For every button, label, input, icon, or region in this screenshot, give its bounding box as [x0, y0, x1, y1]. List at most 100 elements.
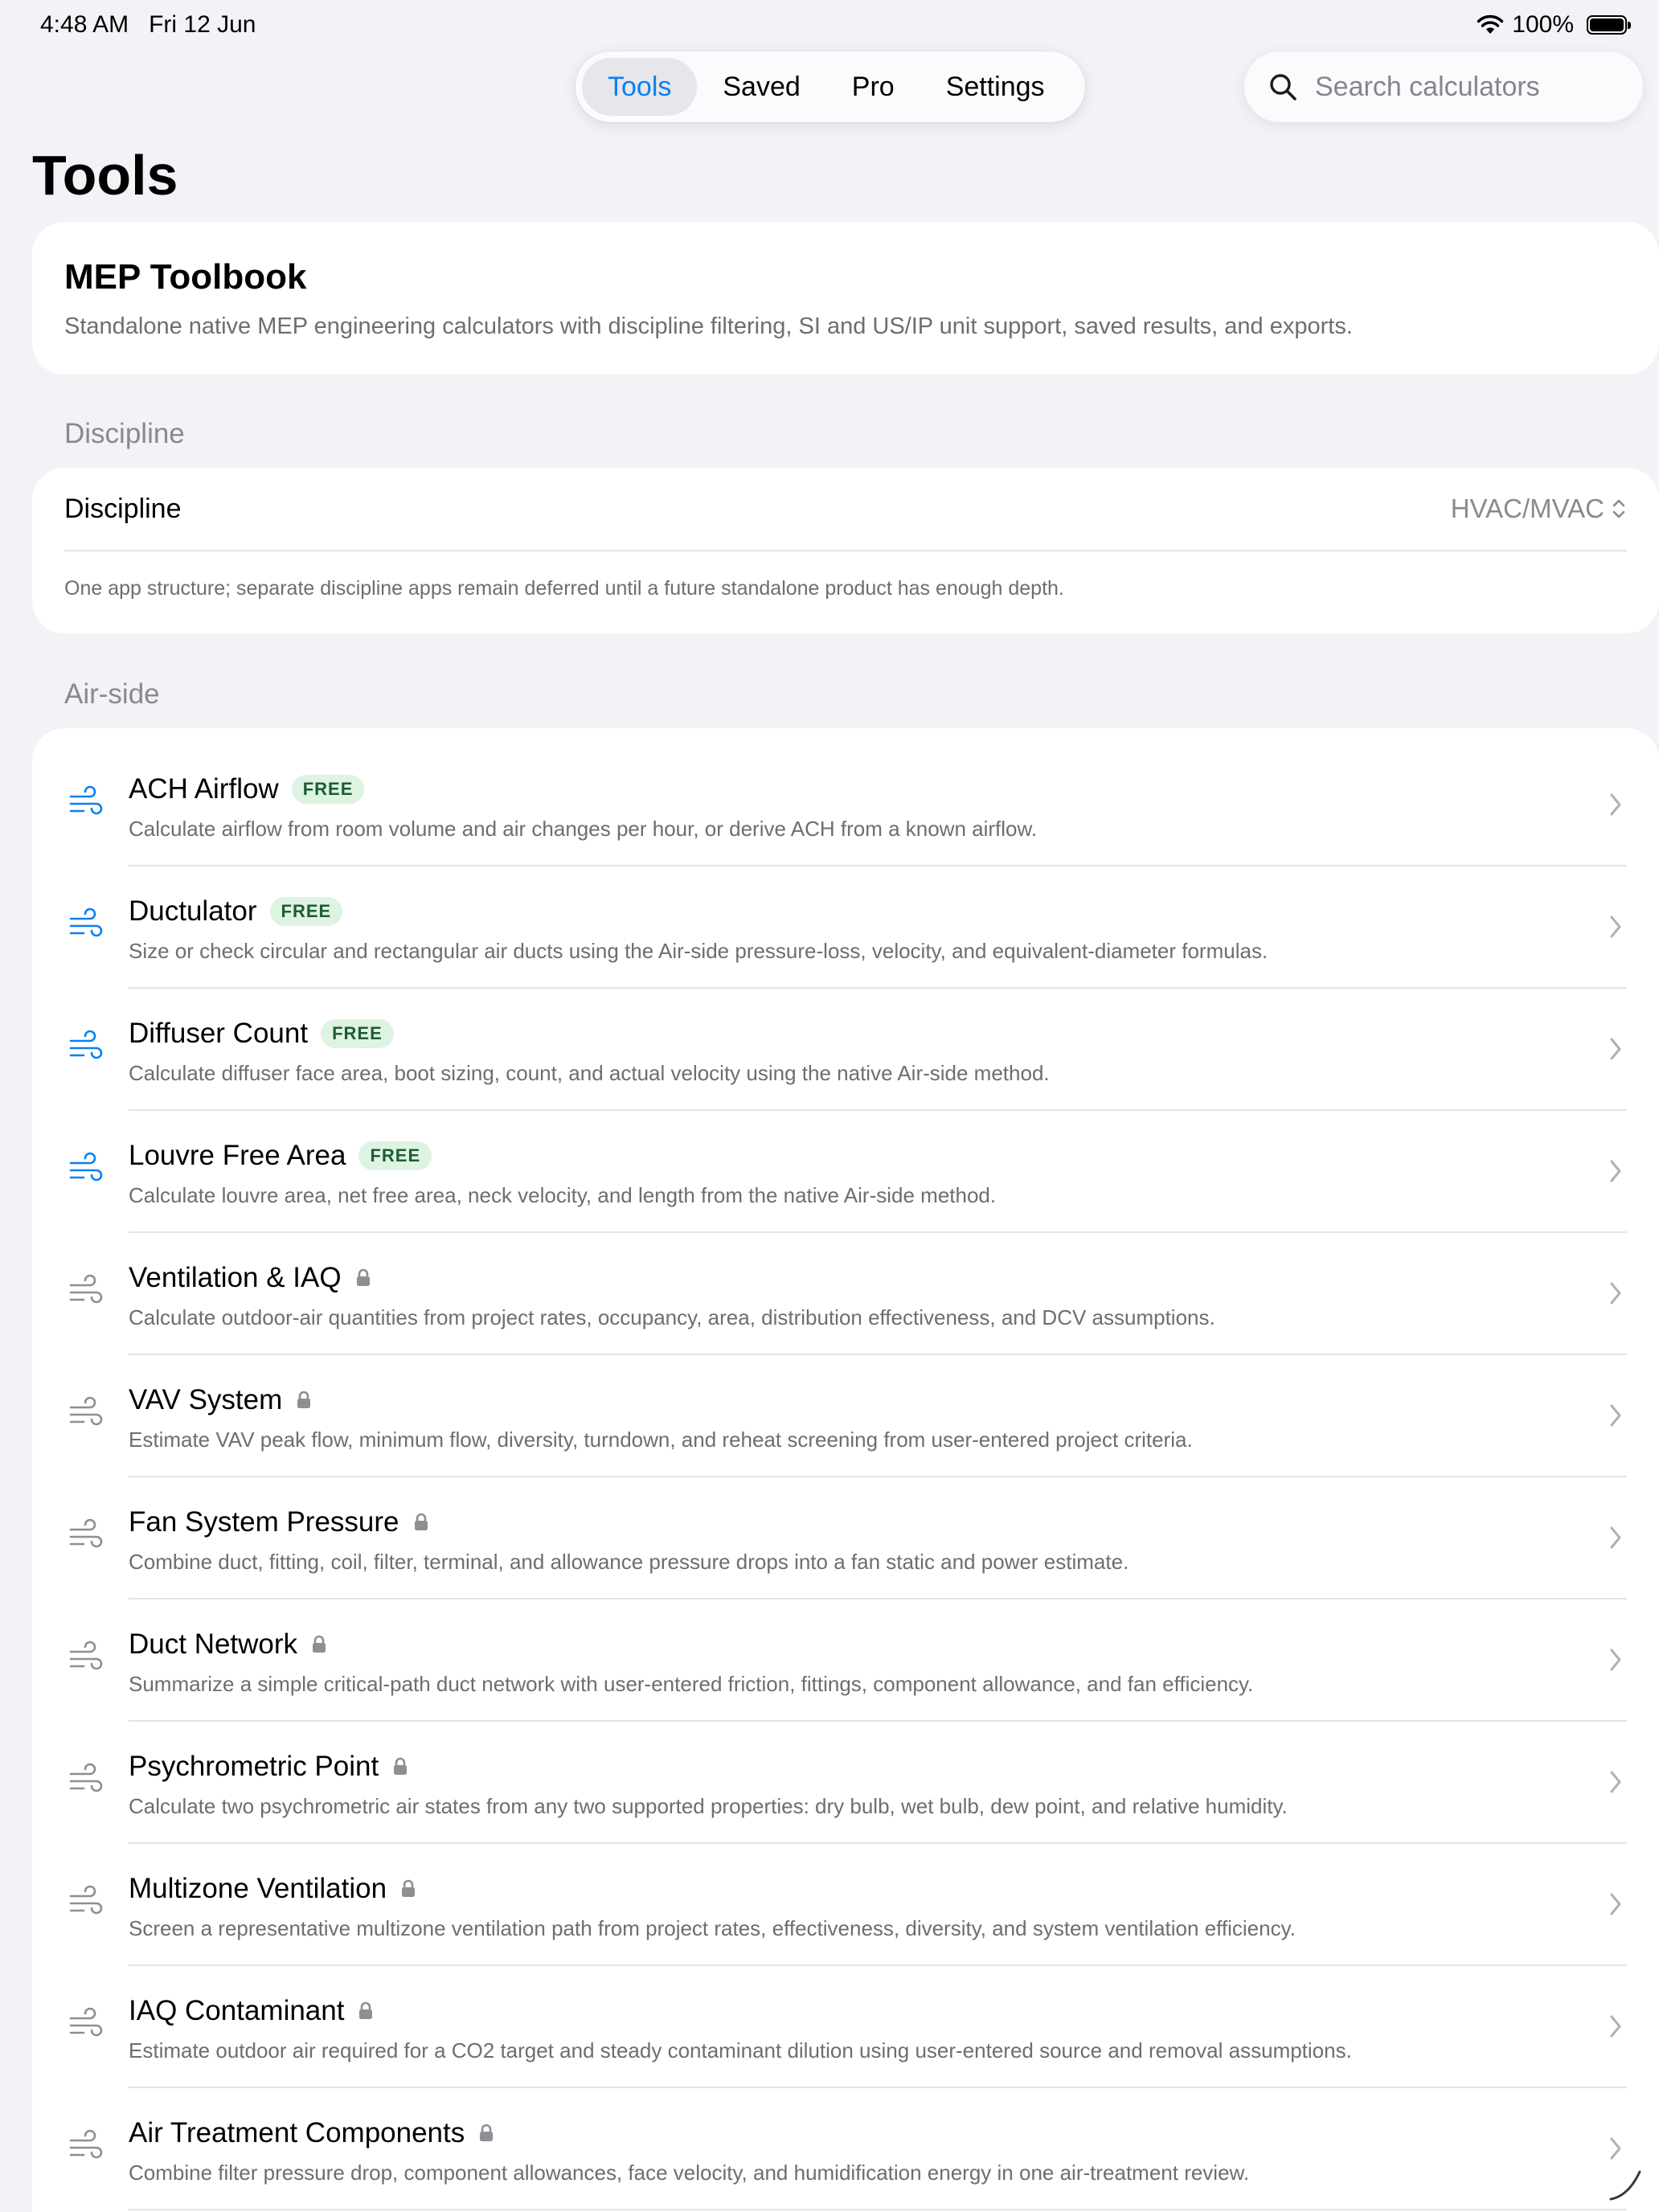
calculator-description: Summarize a simple critical-path duct ne…: [129, 1672, 1254, 1696]
tab-saved[interactable]: Saved: [697, 58, 825, 116]
calculator-title: Psychrometric Point: [129, 1751, 379, 1782]
wifi-icon: [1477, 14, 1504, 34]
calculator-title: Multizone Ventilation: [129, 1873, 387, 1904]
calculator-row[interactable]: VAV System Estimate VAV peak flow, minimu…: [32, 1355, 1659, 1477]
chevron-right-icon: [1610, 916, 1621, 938]
status-indicators: 100%: [1477, 11, 1631, 39]
wind-icon: [69, 1763, 103, 1792]
discipline-picker[interactable]: HVAC/MVAC: [1451, 494, 1627, 524]
airside-calculator-list: ACH Airflow FREE Calculate airflow from ro…: [32, 728, 1659, 2212]
tab-pro[interactable]: Pro: [826, 58, 920, 116]
lock-icon: [356, 1268, 370, 1286]
tab-tools[interactable]: Tools: [582, 58, 698, 116]
search-input[interactable]: [1313, 70, 1622, 104]
calculator-description: Estimate outdoor air required for a CO2 …: [129, 2038, 1352, 2062]
top-tab-bar: Tools Saved Pro Settings: [576, 51, 1085, 122]
calculator-description: Calculate diffuser face area, boot sizin…: [129, 1061, 1050, 1085]
intro-card: MEP Toolbook Standalone native MEP engin…: [32, 222, 1659, 375]
wind-icon: [69, 2129, 103, 2159]
lock-icon: [297, 1391, 311, 1408]
page-title: Tools: [32, 144, 178, 207]
status-time: 4:48 AM Fri 12 Jun: [40, 11, 256, 39]
calculator-title-line: Ductulator FREE: [129, 895, 343, 928]
airside-section-header: Air-side: [64, 678, 160, 710]
wind-icon: [69, 1030, 103, 1059]
free-badge: FREE: [291, 775, 365, 804]
chevron-right-icon: [1610, 1893, 1621, 1915]
calculator-row[interactable]: Louvre Free Area FREE Calculate louvre are…: [32, 1111, 1659, 1233]
calculator-title: Duct Network: [129, 1628, 298, 1660]
calculator-row[interactable]: Psychrometric Point Calculate two psychro…: [32, 1722, 1659, 1844]
calculator-row[interactable]: Ventilation & IAQ Calculate outdoor-air q…: [32, 1233, 1659, 1355]
chevron-right-icon: [1610, 2137, 1621, 2160]
battery-percent: 100%: [1512, 11, 1574, 38]
calculator-description: Calculate two psychrometric air states f…: [129, 1794, 1288, 1818]
calculator-title-line: ACH Airflow FREE: [129, 773, 365, 805]
chevron-up-down-icon: [1612, 499, 1625, 518]
calculator-title-line: Duct Network: [129, 1628, 328, 1661]
search-field[interactable]: [1244, 51, 1643, 122]
calculator-row[interactable]: Diffuser Count FREE Calculate diffuser fac…: [32, 989, 1659, 1111]
discipline-value: HVAC/MVAC: [1450, 494, 1604, 523]
calculator-title: Ventilation & IAQ: [129, 1262, 342, 1293]
lock-icon: [402, 1879, 416, 1897]
wind-icon: [69, 1518, 103, 1548]
calculator-title-line: Air Treatment Components: [129, 2117, 495, 2149]
status-date-text: Fri 12 Jun: [149, 11, 256, 38]
wind-icon: [69, 1152, 103, 1182]
chevron-right-icon: [1610, 1771, 1621, 1793]
wind-icon: [69, 1274, 103, 1304]
discipline-card: Discipline HVAC/MVAC One app structure; …: [32, 468, 1659, 633]
calculator-row[interactable]: IAQ Contaminant Estimate outdoor air requ…: [32, 1966, 1659, 2088]
status-time-text: 4:48 AM: [40, 11, 129, 38]
search-icon: [1270, 74, 1296, 100]
calculator-description: Calculate airflow from room volume and a…: [129, 817, 1038, 841]
calculator-title: Diffuser Count: [129, 1018, 309, 1049]
calculator-title-line: Psychrometric Point: [129, 1751, 409, 1783]
discipline-picker-row[interactable]: Discipline HVAC/MVAC: [64, 468, 1627, 551]
calculator-title: Ductulator: [129, 895, 257, 927]
lock-icon: [414, 1513, 428, 1530]
free-badge: FREE: [269, 897, 343, 926]
chevron-right-icon: [1610, 1282, 1621, 1305]
calculator-row[interactable]: ACH Airflow FREE Calculate airflow from ro…: [32, 744, 1659, 866]
calculator-row[interactable]: Air Treatment Components Combine filter p…: [32, 2088, 1659, 2210]
intro-title: MEP Toolbook: [64, 257, 307, 297]
calculator-description: Combine duct, fitting, coil, filter, ter…: [129, 1550, 1129, 1574]
calculator-title-line: Louvre Free Area FREE: [129, 1140, 432, 1172]
wind-icon: [69, 1885, 103, 1915]
calculator-title-line: Ventilation & IAQ: [129, 1262, 372, 1294]
calculator-description: Size or check circular and rectangular a…: [129, 939, 1268, 963]
wind-icon: [69, 1641, 103, 1670]
lock-icon: [480, 2124, 494, 2141]
calculator-title: ACH Airflow: [129, 773, 279, 805]
chevron-right-icon: [1610, 1160, 1621, 1182]
calculator-row[interactable]: Fan System Pressure Combine duct, fitting…: [32, 1477, 1659, 1600]
calculator-title-line: VAV System: [129, 1384, 313, 1416]
calculator-description: Screen a representative multizone ventil…: [129, 1916, 1296, 1940]
calculator-title-line: Multizone Ventilation: [129, 1873, 417, 1905]
wind-icon: [69, 2007, 103, 2037]
calculator-row[interactable]: Duct Network Summarize a simple critical-…: [32, 1600, 1659, 1722]
lock-icon: [359, 2001, 373, 2019]
discipline-note: One app structure; separate discipline a…: [64, 577, 1064, 600]
calculator-title: IAQ Contaminant: [129, 1995, 345, 2026]
row-divider: [129, 2209, 1627, 2210]
status-bar: 4:48 AM Fri 12 Jun 100%: [0, 0, 1659, 51]
free-badge: FREE: [358, 1141, 432, 1170]
calculator-description: Calculate louvre area, net free area, ne…: [129, 1183, 997, 1207]
calculator-row[interactable]: Ductulator FREE Size or check circular and…: [32, 866, 1659, 989]
chevron-right-icon: [1610, 1038, 1621, 1060]
calculator-row[interactable]: Multizone Ventilation Screen a representa…: [32, 1844, 1659, 1966]
wind-icon: [69, 785, 103, 815]
calculator-description: Combine filter pressure drop, component …: [129, 2161, 1250, 2185]
lock-icon: [394, 1757, 408, 1775]
calculator-title: Air Treatment Components: [129, 2117, 465, 2149]
chevron-right-icon: [1610, 1649, 1621, 1671]
lock-icon: [313, 1635, 326, 1653]
discipline-label: Discipline: [64, 493, 182, 524]
calculator-description: Estimate VAV peak flow, minimum flow, di…: [129, 1428, 1193, 1452]
wind-icon: [69, 1396, 103, 1426]
battery-icon: [1587, 15, 1631, 35]
tab-settings[interactable]: Settings: [920, 58, 1071, 116]
